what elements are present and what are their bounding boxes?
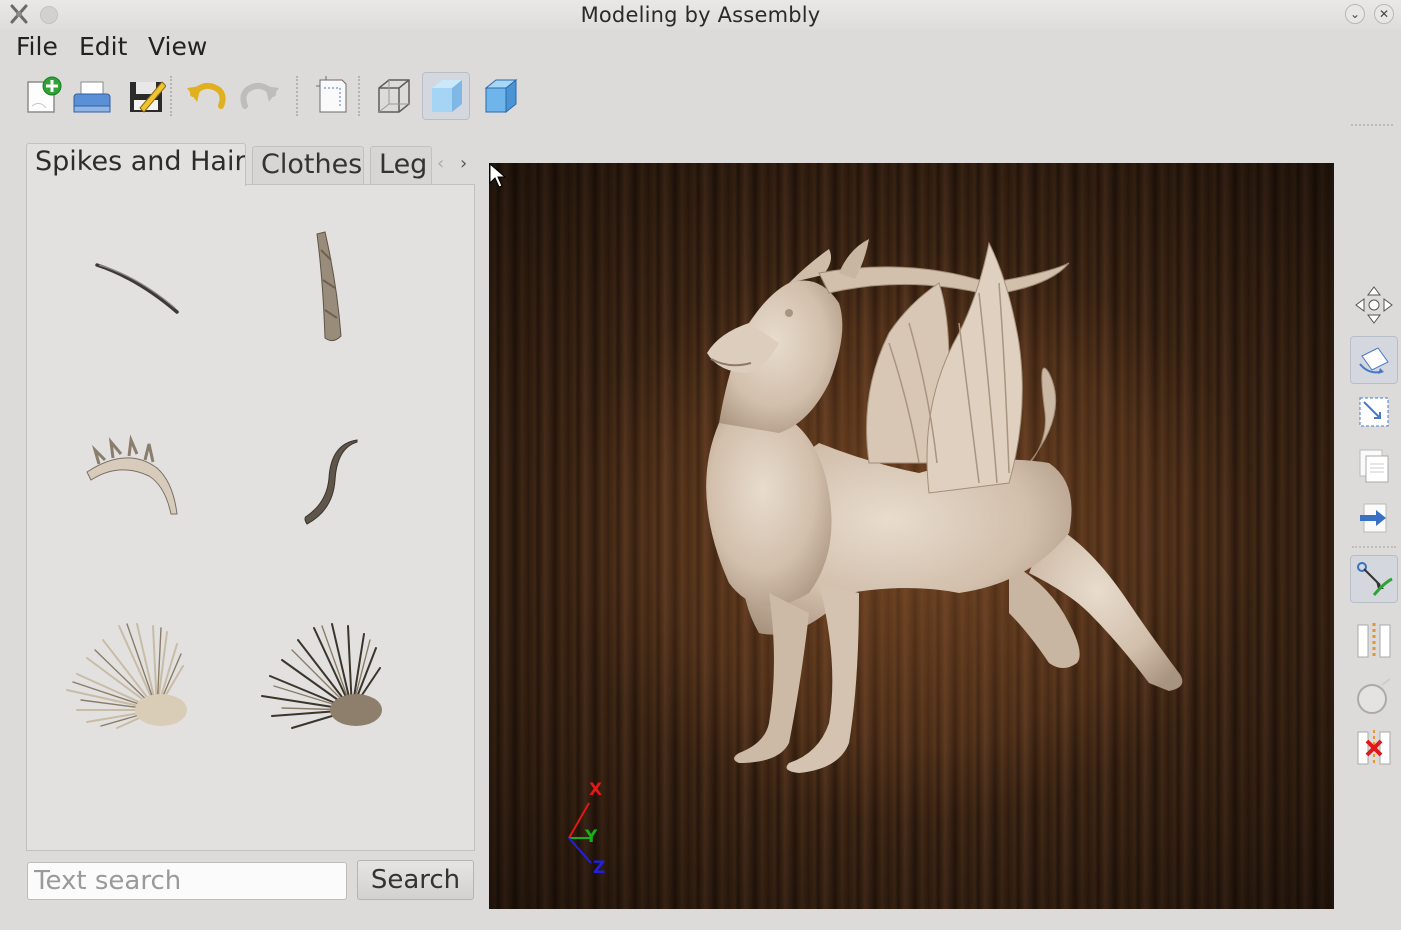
tab-scroll-right-icon[interactable]: › — [460, 153, 467, 174]
wireframe-view-button[interactable] — [369, 72, 417, 120]
minimize-button[interactable]: ⌄ — [1345, 4, 1365, 24]
tab-clothes[interactable]: Clothes — [252, 146, 364, 186]
delete-tool-button[interactable] — [1350, 724, 1398, 772]
connect-icon — [1357, 562, 1393, 596]
redo-button[interactable] — [236, 72, 284, 120]
3d-viewport[interactable]: X Y Z — [489, 163, 1334, 909]
toolbar-separator — [296, 76, 300, 116]
part-ridged-horn[interactable] — [77, 420, 227, 570]
part-dark-quills[interactable] — [252, 610, 402, 760]
tab-spikes-and-hair[interactable]: Spikes and Hair — [26, 143, 246, 186]
copy-tool-button[interactable] — [1350, 442, 1398, 490]
delete-icon — [1357, 730, 1391, 766]
move-tool-button[interactable] — [1350, 281, 1398, 329]
title-bar: Modeling by Assembly ⌄ ✕ — [0, 0, 1401, 30]
toolbar-separator — [358, 76, 362, 116]
scale-icon — [1359, 397, 1389, 427]
copy-icon — [1359, 449, 1389, 483]
part-curved-tail[interactable] — [257, 420, 407, 570]
solid-view-button[interactable] — [476, 72, 524, 120]
shaded-cube-icon — [432, 80, 462, 112]
undo-button[interactable] — [182, 72, 230, 120]
page-setup-icon — [316, 76, 347, 113]
paste-tool-button[interactable] — [1350, 494, 1398, 542]
category-tabs: Spikes and Hair Clothes Leg ‹ › — [26, 143, 476, 186]
toolbar-grip[interactable] — [1351, 124, 1393, 127]
tab-leg[interactable]: Leg — [370, 146, 432, 186]
connect-tool-button[interactable] — [1350, 555, 1398, 603]
shaded-view-button[interactable] — [422, 72, 470, 120]
save-button[interactable] — [122, 72, 170, 120]
move-icon — [1355, 286, 1393, 324]
axis-z-label: Z — [593, 858, 606, 878]
align-tool-button[interactable] — [1350, 617, 1398, 665]
tab-scroll-left-icon[interactable]: ‹ — [437, 153, 444, 174]
menu-view[interactable]: View — [148, 32, 207, 61]
window-title: Modeling by Assembly — [580, 3, 821, 27]
axis-y-label: Y — [585, 827, 598, 847]
menu-file[interactable]: File — [16, 32, 58, 61]
paste-icon — [1360, 503, 1387, 533]
mouse-cursor-icon — [489, 163, 507, 188]
rotate-icon — [1359, 347, 1389, 374]
new-icon — [27, 76, 62, 113]
new-button[interactable] — [18, 72, 66, 120]
print-button[interactable] — [68, 72, 116, 120]
redo-icon — [240, 82, 279, 109]
scale-tool-button[interactable] — [1350, 388, 1398, 436]
sphere-tool-button[interactable] — [1350, 673, 1398, 721]
axis-x-label: X — [589, 780, 603, 800]
sphere-icon — [1357, 678, 1391, 714]
align-icon — [1357, 623, 1391, 659]
save-icon — [130, 81, 166, 113]
search-button[interactable]: Search — [357, 860, 474, 900]
side-toolbar-separator — [1352, 546, 1396, 548]
undo-icon — [187, 82, 226, 109]
solid-cube-icon — [484, 78, 518, 114]
close-button[interactable]: ✕ — [1374, 4, 1394, 24]
part-twig[interactable] — [257, 220, 407, 370]
part-thin-spike[interactable] — [77, 220, 227, 370]
parts-panel — [26, 184, 475, 851]
search-input[interactable] — [27, 862, 347, 900]
toolbar-separator — [170, 76, 174, 116]
print-icon — [73, 81, 111, 113]
page-setup-button[interactable] — [308, 72, 356, 120]
menu-edit[interactable]: Edit — [79, 32, 127, 61]
rotate-tool-button[interactable] — [1350, 336, 1398, 384]
part-light-quills[interactable] — [57, 610, 207, 760]
main-toolbar — [0, 66, 1401, 126]
wireframe-cube-icon — [378, 79, 410, 113]
